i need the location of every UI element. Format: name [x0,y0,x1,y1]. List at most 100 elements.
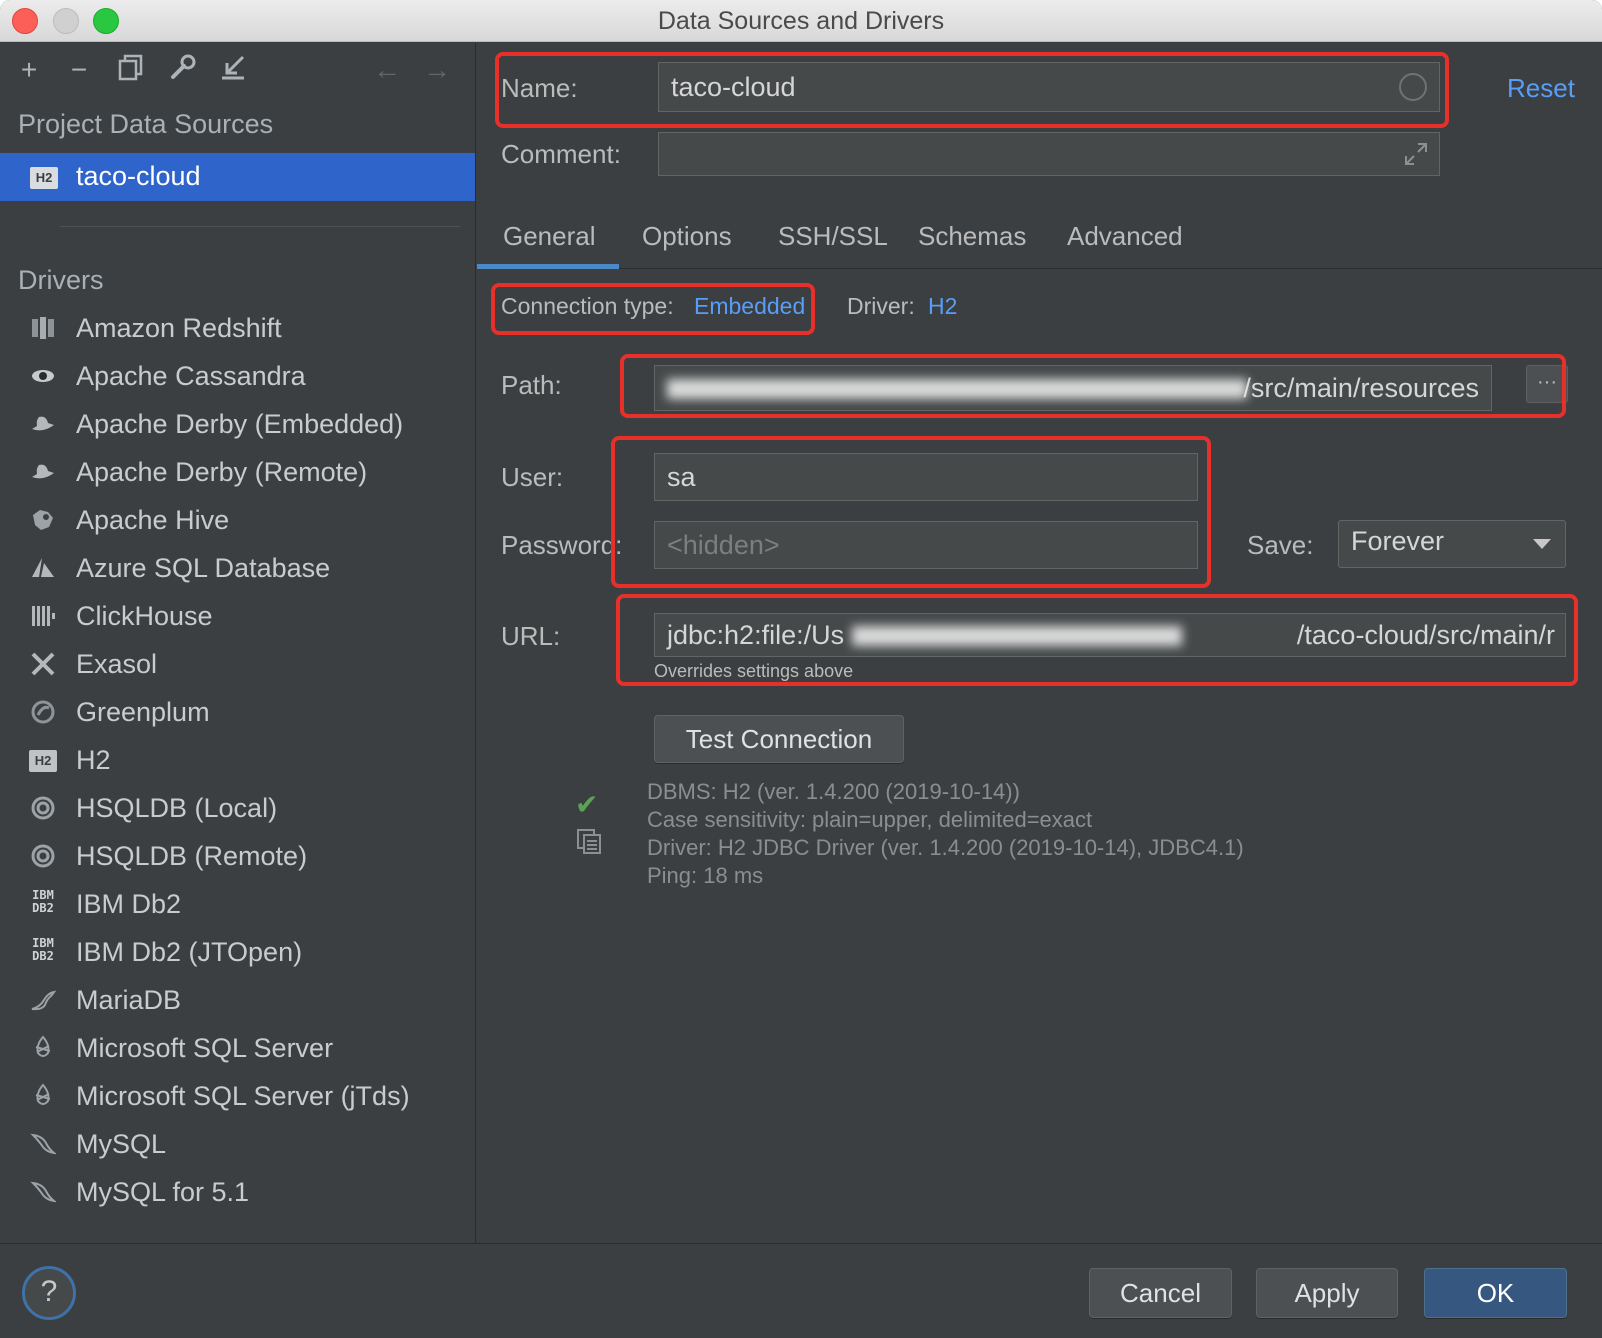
driver-item-microsoft-sql-server[interactable]: Microsoft SQL Server [0,1025,475,1073]
driver-label: Greenplum [76,697,210,727]
test-connection-button[interactable]: Test Connection [654,715,904,763]
name-label: Name: [501,73,578,103]
driver-label: Apache Derby (Remote) [76,457,368,487]
main-panel: Name: taco-cloud Reset Comment: General … [477,43,1602,1243]
tab-ssh-ssl[interactable]: SSH/SSL [778,221,888,252]
driver-item-apache-hive[interactable]: Apache Hive [0,497,475,545]
success-check-icon: ✔ [575,789,599,820]
ok-button[interactable]: OK [1424,1268,1567,1318]
tab-bar: General Options SSH/SSL Schemas Advanced [477,213,1602,269]
mssql-icon [28,1083,58,1113]
save-select[interactable]: Forever [1338,520,1566,568]
dialog-window: Data Sources and Drivers + − ← → Project… [0,0,1602,1338]
data-source-item-taco-cloud[interactable]: H2 taco-cloud [0,153,475,201]
apply-button[interactable]: Apply [1256,1268,1398,1318]
name-input[interactable]: taco-cloud [658,62,1440,112]
expand-icon[interactable] [1403,141,1429,167]
sidebar-toolbar: + − ← → [0,43,475,99]
ibm-db2-icon: IBM DB2 [29,937,57,963]
greenplum-icon [28,699,58,729]
url-value-start: jdbc:h2:file:/Us [667,620,845,650]
driver-item-clickhouse[interactable]: ClickHouse [0,593,475,641]
driver-label: Driver: [847,293,915,319]
driver-label: Amazon Redshift [76,313,282,343]
project-data-sources-title: Project Data Sources [18,109,274,139]
driver-item-apache-derby-remote[interactable]: Apache Derby (Remote) [0,449,475,497]
data-source-label: taco-cloud [76,161,201,191]
dialog-footer: ? Cancel Apply OK [0,1243,1602,1338]
driver-item-ibm-db2[interactable]: IBM DB2 IBM Db2 [0,881,475,929]
remove-icon[interactable]: − [62,53,96,87]
sidebar-divider [60,226,460,227]
path-input-value: /src/main/resources [1243,373,1479,403]
driver-item-hsqldb-local[interactable]: HSQLDB (Local) [0,785,475,833]
driver-item-hsqldb-remote[interactable]: HSQLDB (Remote) [0,833,475,881]
add-icon[interactable]: + [12,53,46,87]
duplicate-icon[interactable] [114,53,148,87]
driver-item-azure-sql-database[interactable]: Azure SQL Database [0,545,475,593]
import-icon[interactable] [216,53,250,87]
hsqldb-icon [28,795,58,825]
driver-item-ibm-db2-jtopen[interactable]: IBM DB2 IBM Db2 (JTOpen) [0,929,475,977]
tab-advanced[interactable]: Advanced [1067,221,1183,252]
browse-path-button[interactable]: ··· [1526,365,1568,403]
copy-icon[interactable] [575,827,603,855]
chevron-down-icon [1533,539,1551,549]
user-input[interactable]: sa [654,453,1198,501]
driver-label: H2 [76,745,111,775]
driver-label: HSQLDB (Local) [76,793,278,823]
tab-schemas[interactable]: Schemas [918,221,1026,252]
sidebar: + − ← → Project Data Sources H2 taco-clo… [0,43,476,1243]
driver-label: MySQL for 5.1 [76,1177,250,1207]
save-select-value: Forever [1351,526,1445,556]
path-label: Path: [501,370,562,400]
driver-item-h2[interactable]: H2 H2 [0,737,475,785]
tab-options[interactable]: Options [642,221,732,252]
driver-item-exasol[interactable]: Exasol [0,641,475,689]
comment-input[interactable] [658,132,1440,176]
h2-icon: H2 [29,750,57,772]
wrench-icon[interactable] [166,53,200,87]
driver-label: Azure SQL Database [76,553,331,583]
driver-item-apache-cassandra[interactable]: Apache Cassandra [0,353,475,401]
exasol-icon [28,651,58,681]
password-label: Password: [501,530,623,560]
forward-arrow-icon[interactable]: → [420,53,454,87]
cancel-button[interactable]: Cancel [1089,1268,1232,1318]
ibm-badge-bottom: DB2 [32,949,54,963]
back-arrow-icon[interactable]: ← [370,53,404,87]
password-input[interactable]: <hidden> [654,521,1198,569]
driver-link[interactable]: H2 [928,293,957,320]
drivers-title: Drivers [18,265,104,295]
status-circle-icon [1399,73,1427,101]
reset-link[interactable]: Reset [1507,73,1575,104]
mysql-dolphin-icon [28,1179,58,1209]
driver-item-apache-derby-embedded[interactable]: Apache Derby (Embedded) [0,401,475,449]
mssql-icon [28,1035,58,1065]
driver-item-amazon-redshift[interactable]: Amazon Redshift [0,305,475,353]
help-button[interactable]: ? [22,1266,76,1320]
info-case-sensitivity: Case sensitivity: plain=upper, delimited… [647,807,1093,832]
connection-type-link[interactable]: Embedded [694,293,805,320]
hive-icon [28,507,58,537]
driver-item-mysql[interactable]: MySQL [0,1121,475,1169]
driver-label: IBM Db2 (JTOpen) [76,937,303,967]
driver-item-greenplum[interactable]: Greenplum [0,689,475,737]
tab-general[interactable]: General [503,221,596,252]
driver-label: HSQLDB (Remote) [76,841,308,871]
driver-label: Apache Derby (Embedded) [76,409,404,439]
driver-item-microsoft-sql-server-jtds[interactable]: Microsoft SQL Server (jTds) [0,1073,475,1121]
driver-item-mysql-5-1[interactable]: MySQL for 5.1 [0,1169,475,1217]
driver-label: Apache Cassandra [76,361,306,391]
user-input-value: sa [667,462,696,492]
connection-type-label: Connection type: [501,293,674,319]
azure-icon [28,555,58,585]
window-title: Data Sources and Drivers [657,7,945,35]
info-dbms: DBMS: H2 (ver. 1.4.200 (2019-10-14)) [647,779,1020,804]
url-hint: Overrides settings above [654,661,854,681]
derby-hat-icon [28,459,58,489]
driver-item-mariadb[interactable]: MariaDB [0,977,475,1025]
driver-label: Exasol [76,649,158,679]
mariadb-seal-icon [28,987,58,1017]
driver-list: Amazon Redshift Apache Cassandra Apache … [0,305,475,1217]
